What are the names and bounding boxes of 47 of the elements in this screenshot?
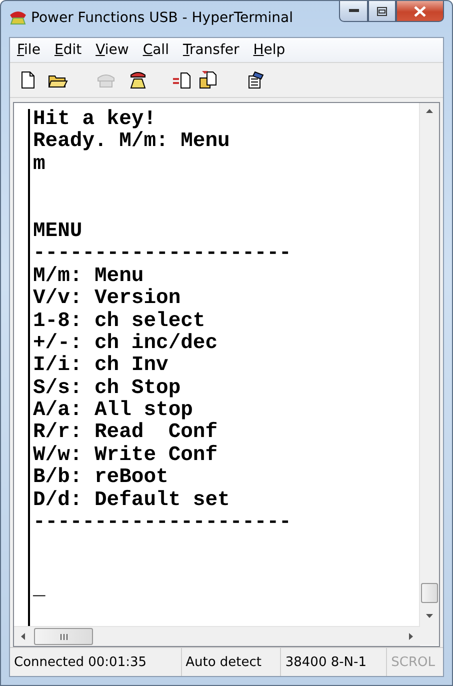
terminal-line: Hit a key! bbox=[33, 109, 158, 131]
terminal-line: I/i: ch Inv bbox=[33, 355, 170, 378]
terminal-line: R/r: Read Conf bbox=[33, 422, 219, 444]
maximize-icon bbox=[377, 6, 387, 16]
terminal-line: B/b: reBoot bbox=[33, 467, 170, 490]
terminal-line: 1-8: ch select bbox=[33, 310, 206, 333]
maximize-button[interactable] bbox=[368, 1, 396, 22]
terminal-line: D/d: Default set bbox=[33, 490, 231, 512]
window-title: Power Functions USB - HyperTerminal bbox=[31, 10, 293, 26]
terminal-line: MENU bbox=[33, 220, 84, 244]
terminal-line: V/v: Version bbox=[33, 288, 182, 311]
vertical-scrollbar[interactable] bbox=[419, 103, 439, 626]
terminal-line: m bbox=[33, 154, 46, 176]
send-file-icon[interactable] bbox=[172, 70, 192, 90]
menu-item[interactable]: Transfer bbox=[178, 42, 248, 58]
terminal-line: --------------------- bbox=[33, 512, 292, 534]
scrollbar-thumb[interactable] bbox=[421, 583, 438, 603]
up-arrow-icon[interactable] bbox=[425, 107, 434, 116]
terminal-line: S/s: ch Stop bbox=[33, 378, 182, 400]
minimize-icon bbox=[348, 9, 358, 13]
status-text: Auto detect bbox=[182, 648, 282, 676]
status-text: 38400 8-N-1 bbox=[281, 648, 388, 676]
close-button[interactable] bbox=[396, 1, 444, 22]
minimize-button[interactable] bbox=[339, 1, 368, 22]
receive-file-icon[interactable] bbox=[198, 70, 218, 90]
menu-item[interactable]: File bbox=[12, 42, 50, 58]
menu-item[interactable]: Help bbox=[248, 42, 294, 58]
menu-item[interactable]: Call bbox=[138, 42, 178, 58]
status-text: Connected 00:01:35 bbox=[10, 648, 182, 676]
down-arrow-icon[interactable] bbox=[425, 611, 434, 620]
phone-icon[interactable] bbox=[128, 70, 148, 90]
right-arrow-icon[interactable] bbox=[406, 632, 415, 641]
terminal-line: A/a: All stop bbox=[33, 400, 193, 422]
terminal-line: _ bbox=[33, 579, 46, 602]
menu-item[interactable]: View bbox=[90, 42, 138, 58]
properties-icon[interactable] bbox=[246, 70, 266, 90]
scrollbar-thumb[interactable] bbox=[34, 628, 93, 645]
status-text: SCROL bbox=[390, 654, 436, 672]
terminal-line: --------------------- bbox=[33, 243, 292, 266]
left-arrow-icon[interactable] bbox=[19, 632, 28, 641]
close-icon bbox=[414, 6, 426, 16]
terminal-line: +/-: ch inc/dec bbox=[33, 332, 219, 355]
horizontal-scrollbar[interactable] bbox=[14, 626, 420, 646]
menu-item[interactable]: Edit bbox=[49, 42, 91, 58]
terminal-line: W/w: Write Conf bbox=[33, 444, 219, 467]
terminal-line: M/m: Menu bbox=[33, 266, 145, 288]
terminal-line: Ready. M/m: Menu bbox=[33, 131, 231, 154]
